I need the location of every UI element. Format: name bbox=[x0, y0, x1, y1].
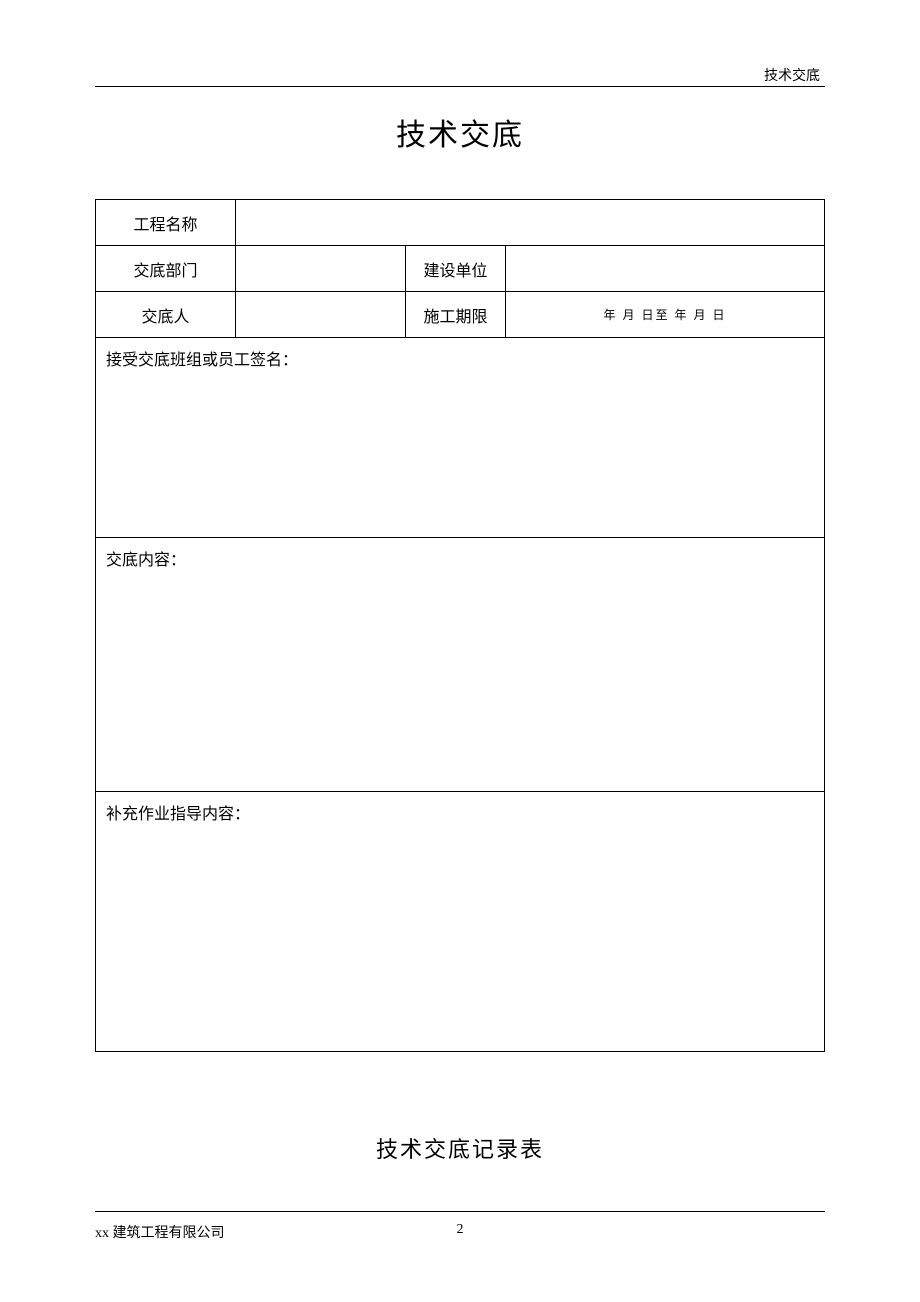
footer-page-number: 2 bbox=[457, 1222, 464, 1238]
document-page: 技术交底 技术交底 工程名称 交底部门 建设单位 交底人 施工期限 年 月 日至… bbox=[0, 0, 920, 1302]
row-dept: 交底部门 建设单位 bbox=[96, 246, 825, 292]
content-section: 交底内容： bbox=[96, 538, 825, 792]
supplement-section: 补充作业指导内容： bbox=[96, 792, 825, 1052]
subtitle: 技术交底记录表 bbox=[95, 1132, 825, 1164]
row-person: 交底人 施工期限 年 月 日至 年 月 日 bbox=[96, 292, 825, 338]
construction-unit-label: 建设单位 bbox=[406, 246, 506, 292]
header-right-text: 技术交底 bbox=[764, 65, 820, 85]
row-signature: 接受交底班组或员工签名： bbox=[96, 338, 825, 538]
footer-divider bbox=[95, 1211, 825, 1212]
row-project-name: 工程名称 bbox=[96, 200, 825, 246]
footer-company: xx 建筑工程有限公司 bbox=[95, 1222, 225, 1242]
signature-section: 接受交底班组或员工签名： bbox=[96, 338, 825, 538]
footer: xx 建筑工程有限公司 2 bbox=[0, 1211, 920, 1242]
construction-unit-value bbox=[506, 246, 825, 292]
project-name-value bbox=[236, 200, 825, 246]
construction-period-label: 施工期限 bbox=[406, 292, 506, 338]
form-table: 工程名称 交底部门 建设单位 交底人 施工期限 年 月 日至 年 月 日 接受交… bbox=[95, 199, 825, 1052]
construction-period-value: 年 月 日至 年 月 日 bbox=[506, 292, 825, 338]
disclosure-person-value bbox=[236, 292, 406, 338]
row-supplement: 补充作业指导内容： bbox=[96, 792, 825, 1052]
disclosure-person-label: 交底人 bbox=[96, 292, 236, 338]
header-divider bbox=[95, 86, 825, 87]
project-name-label: 工程名称 bbox=[96, 200, 236, 246]
document-title: 技术交底 bbox=[95, 110, 825, 154]
dept-label: 交底部门 bbox=[96, 246, 236, 292]
footer-content: xx 建筑工程有限公司 2 bbox=[95, 1222, 825, 1242]
dept-value bbox=[236, 246, 406, 292]
row-content: 交底内容： bbox=[96, 538, 825, 792]
